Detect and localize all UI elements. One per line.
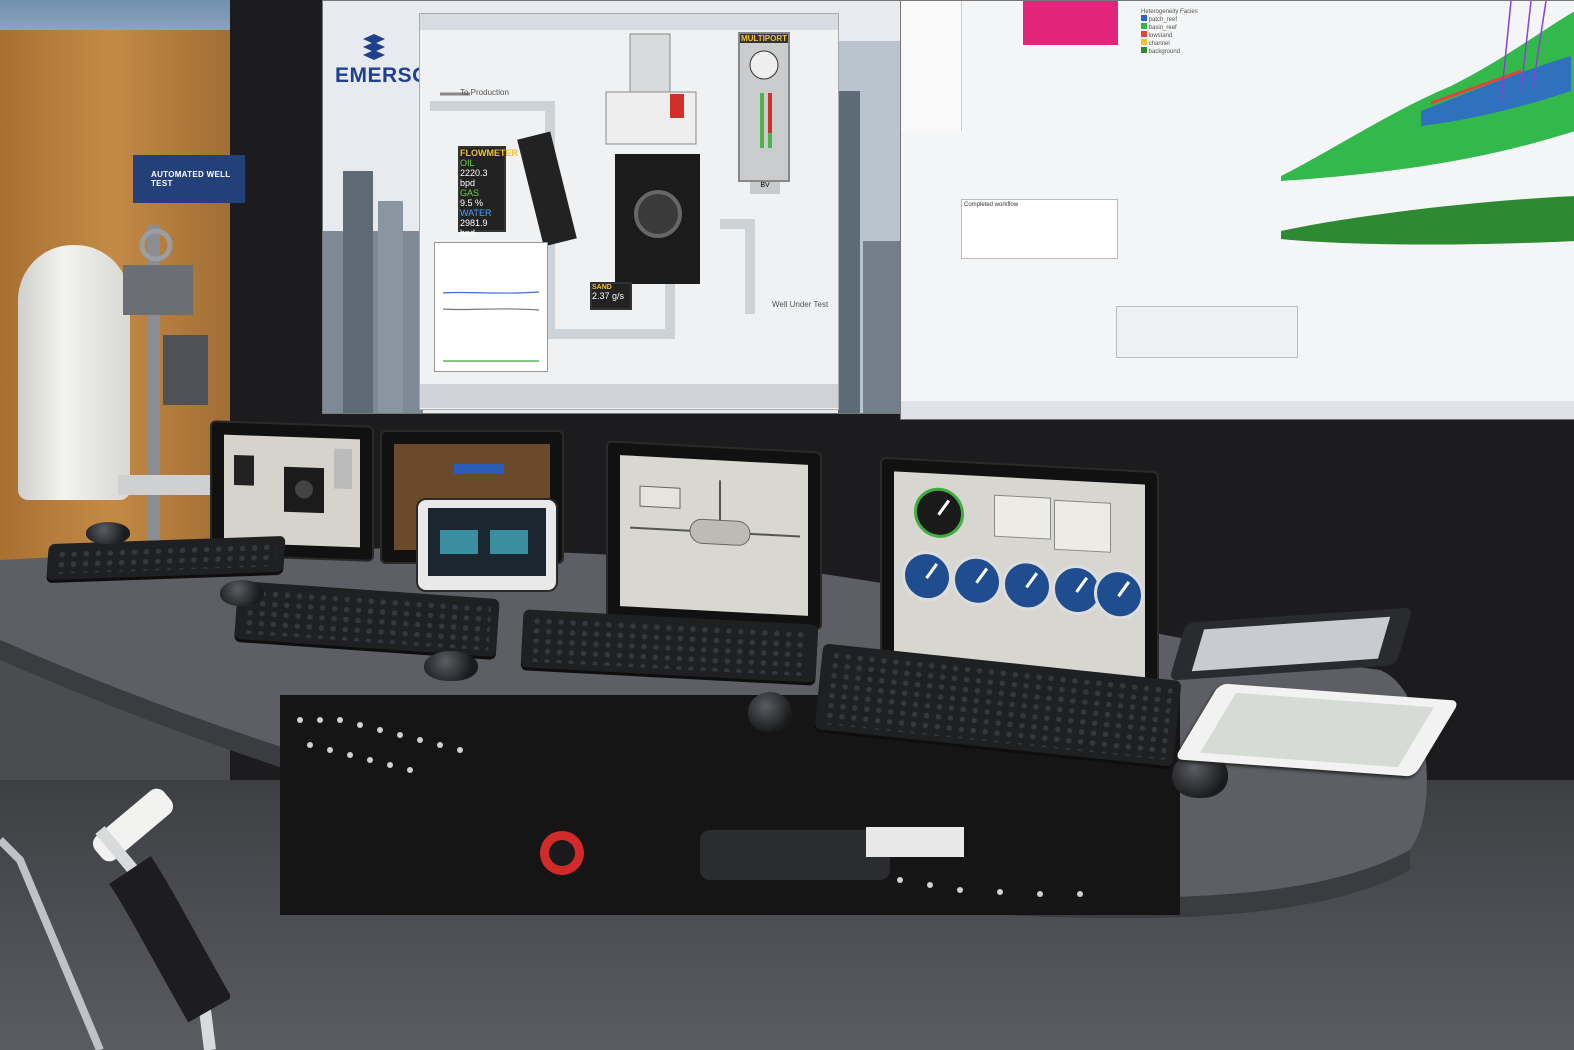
white-tablet-screen: [1200, 692, 1434, 768]
keyboard-keys: [528, 615, 811, 677]
water-label: WATER: [460, 208, 492, 218]
gas-label: GAS: [460, 188, 480, 198]
oil-label: OIL: [460, 158, 475, 168]
legend-swatch: [1141, 39, 1147, 45]
well-under-test-label: Well Under Test: [772, 300, 829, 309]
toolbar-panel: [1116, 306, 1298, 358]
emerson-logo-icon: [363, 34, 385, 60]
water-unit: bpd: [460, 228, 476, 238]
booth-banner: AUTOMATED WELL TEST: [133, 155, 245, 203]
legend-swatch: [1141, 23, 1147, 29]
monitor-1-screen: [224, 434, 360, 548]
legend-swatch: [1141, 47, 1147, 53]
oil-unit: bpd: [460, 178, 476, 188]
sand-unit: g/s: [612, 291, 625, 301]
multiport-indicator: [749, 50, 779, 148]
tree-view: [901, 1, 962, 131]
legend-swatch: [1141, 31, 1147, 37]
speed-gauge-icon: [914, 486, 964, 540]
oil-value: 2220.3: [460, 168, 488, 178]
gauge-2-icon: [952, 554, 1002, 608]
person-in-thobe: [18, 245, 130, 500]
mouse-3[interactable]: [748, 692, 792, 732]
legend-swatch: [1141, 15, 1147, 21]
rugged-tablet-screen: [1191, 616, 1391, 672]
trend-chart: [434, 242, 548, 372]
legend-item: lowstand: [1141, 31, 1231, 39]
legend-item: background: [1141, 47, 1231, 55]
gauge-1-icon: [902, 549, 952, 603]
monitor-3-process-diagram: [630, 480, 800, 546]
gas-value: 9.5: [460, 198, 473, 208]
reservoir-3d-model: [1281, 1, 1574, 245]
to-production-label: To Production: [460, 88, 509, 97]
legend-label: background: [1148, 49, 1181, 55]
tablet-tile: [490, 530, 528, 554]
monitor-1-hmi-thumb: [234, 448, 352, 514]
keyboard-keys: [242, 587, 492, 651]
trend-lines: [442, 291, 540, 362]
product-label: [866, 827, 964, 857]
hmi-window: To Production Well Under Test FLOWMETER …: [419, 13, 839, 410]
flowmeter-title: FLOWMETER: [460, 148, 518, 158]
tablet-on-dock: [418, 500, 556, 590]
water-value: 2981.9: [460, 218, 488, 228]
office-chair: [0, 788, 230, 1050]
flowmeter-panel: FLOWMETER OIL 2220.3 bpd GAS 9.5 % WATER…: [458, 146, 518, 238]
mouse-5[interactable]: [86, 522, 130, 544]
sand-label: SAND: [592, 284, 612, 291]
sand-value: 2.37: [592, 291, 610, 301]
multiport-panel: MULTIPORT: [738, 32, 790, 182]
monitor-4-readout: [1054, 499, 1111, 553]
workflow-log: Completed workflow: [961, 199, 1118, 259]
multiport-title: MULTIPORT: [740, 34, 788, 43]
legend-item: basin_reef: [1141, 23, 1231, 31]
monitor-4-screen: [894, 471, 1145, 681]
tablet-screen: [428, 508, 546, 576]
wellhead-equipment: [118, 225, 213, 555]
mouse-2[interactable]: [424, 651, 478, 681]
gauge-5-icon: [1094, 567, 1144, 621]
monitor-3: [608, 442, 820, 629]
gas-unit: %: [475, 198, 484, 208]
workflow-highlight: [1023, 1, 1118, 45]
monitor-2-header: [454, 464, 504, 474]
mouse-1[interactable]: [220, 580, 264, 606]
bv-button[interactable]: BV: [750, 182, 780, 194]
facies-legend: Heterogeneity Facies patch_reef basin_re…: [1141, 9, 1231, 55]
workflow-status: Completed workflow: [964, 202, 1019, 208]
monitor-3-screen: [620, 455, 808, 616]
tablet-tile: [440, 530, 478, 554]
keyboard-keys: [54, 542, 278, 574]
video-wall-hmi: EMERSON To Production Well Under Test FL…: [322, 0, 902, 414]
hmi-alarm-bar: [420, 384, 838, 408]
windows-taskbar: [901, 401, 1574, 419]
video-wall-reservoir: Completed workflow Heterogeneity Facies …: [900, 0, 1574, 420]
legend-item: channel: [1141, 39, 1231, 47]
sand-panel: SAND 2.37 g/s: [590, 282, 632, 310]
gauge-3-icon: [1002, 559, 1052, 612]
legend-item: patch_reef: [1141, 15, 1231, 23]
monitor-4-readout: [994, 494, 1051, 540]
